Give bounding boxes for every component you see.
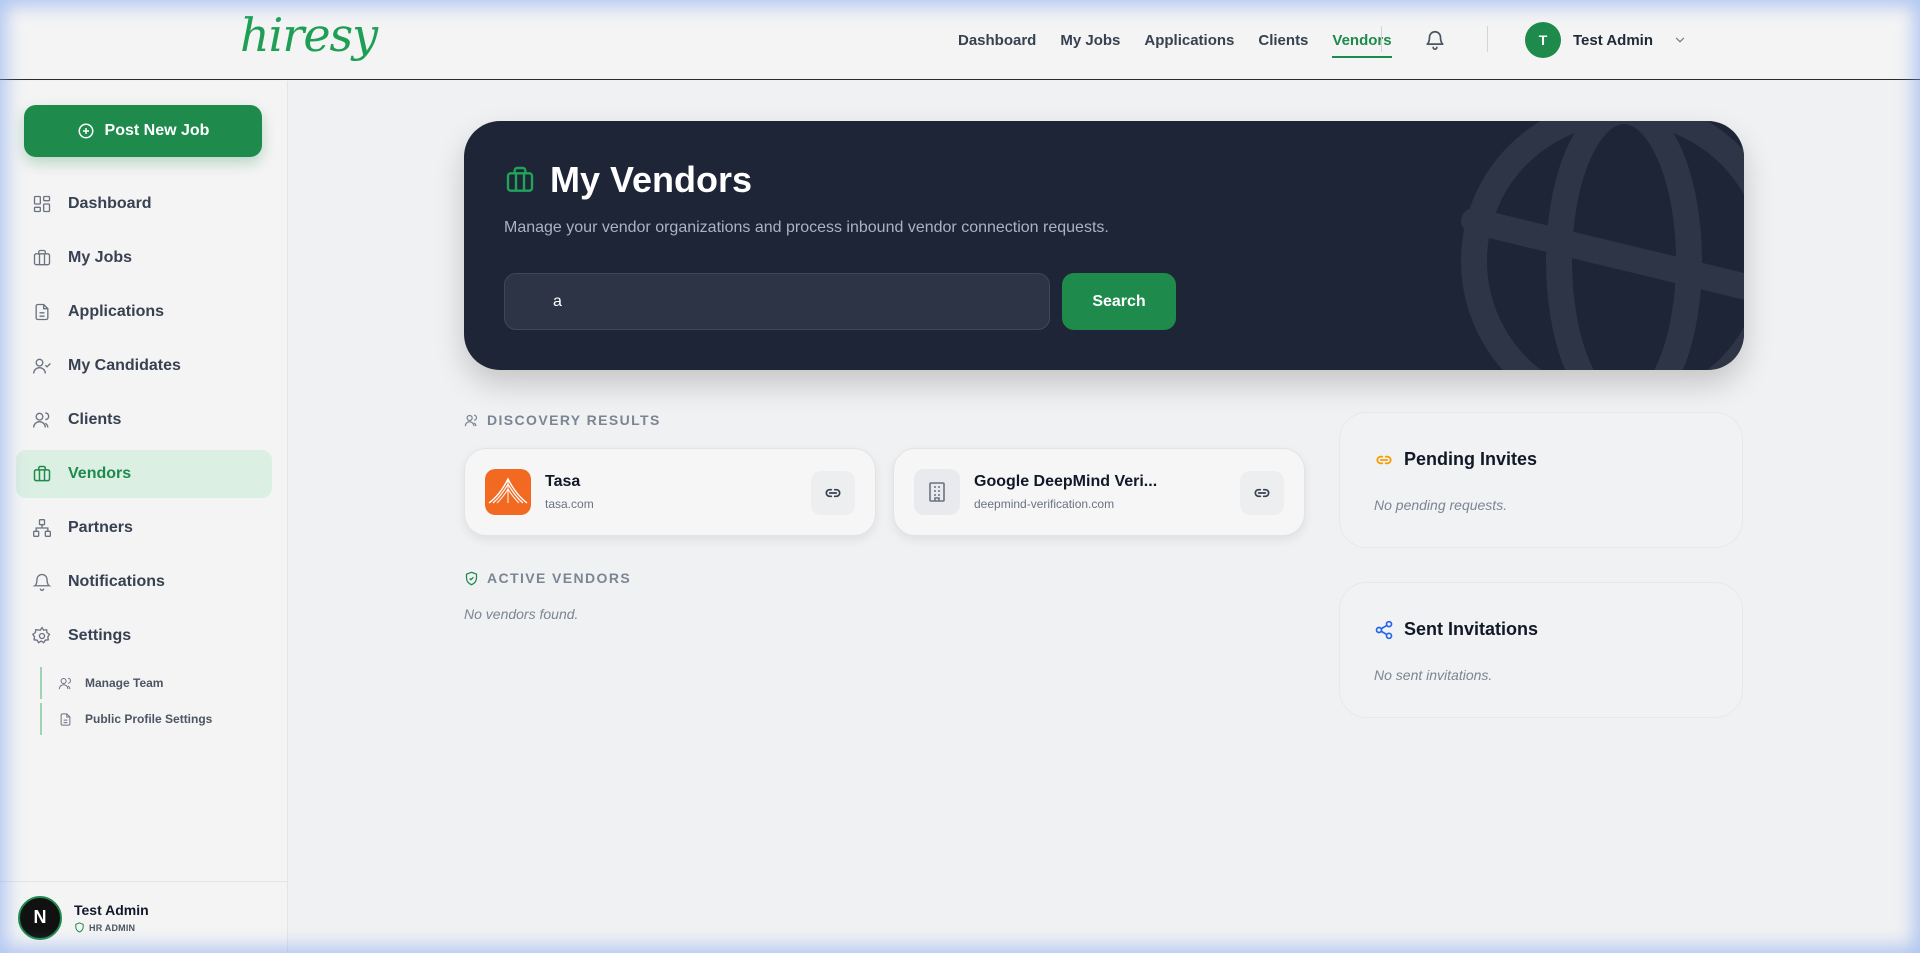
sidebar-item-partners[interactable]: Partners xyxy=(16,504,272,552)
user-menu[interactable]: T Test Admin xyxy=(1525,22,1687,58)
role-label: HR ADMIN xyxy=(89,922,136,933)
sidebar-nav: Dashboard My Jobs Applications My Candid… xyxy=(16,180,272,666)
bell-icon xyxy=(32,573,52,591)
page-title-text: My Vendors xyxy=(550,159,753,200)
sidebar-footer-user[interactable]: N Test Admin HR ADMIN xyxy=(0,881,287,953)
topnav-vendors[interactable]: Vendors xyxy=(1332,0,1392,80)
briefcase-icon xyxy=(506,166,534,192)
building-icon xyxy=(929,482,945,502)
active-vendors-heading: ACTIVE VENDORS xyxy=(464,570,631,586)
grid-icon xyxy=(33,195,51,213)
link-icon xyxy=(825,488,841,498)
share-icon xyxy=(1375,620,1393,639)
tasa-logo xyxy=(485,469,531,515)
sidebar-item-dashboard[interactable]: Dashboard xyxy=(16,180,272,228)
sidebar-item-notifications[interactable]: Notifications xyxy=(16,558,272,606)
sidebar-item-clients[interactable]: Clients xyxy=(16,396,272,444)
plus-circle-icon xyxy=(78,123,94,139)
card-title-text: Sent Invitations xyxy=(1404,619,1539,639)
avatar: T xyxy=(1525,22,1561,58)
document-icon xyxy=(60,712,71,726)
building-icon xyxy=(914,469,960,515)
page-title: My Vendors xyxy=(504,159,752,201)
gear-icon xyxy=(32,626,51,644)
vendors-hero: My Vendors Manage your vendor organizati… xyxy=(464,121,1744,370)
avatar: N xyxy=(18,895,62,940)
result-name: Tasa xyxy=(545,473,581,490)
sidebar-item-label: Dashboard xyxy=(68,195,152,212)
sidebar-subitem-public-profile-settings[interactable]: Public Profile Settings xyxy=(40,703,260,735)
sidebar-item-label: Clients xyxy=(68,411,122,428)
shield-icon xyxy=(75,922,84,933)
sent-invitations-card: Sent Invitations No sent invitations. xyxy=(1339,582,1743,718)
users-icon xyxy=(33,412,50,428)
result-name: Google DeepMind Veri... xyxy=(974,473,1158,490)
shield-check-icon xyxy=(465,571,478,585)
search-button[interactable]: Search xyxy=(1062,273,1176,330)
topnav-dashboard[interactable]: Dashboard xyxy=(958,0,1036,80)
sidebar-item-label: Notifications xyxy=(68,573,165,590)
bell-icon[interactable] xyxy=(1424,28,1446,52)
user-name: Test Admin xyxy=(1573,31,1654,49)
result-card[interactable]: Google DeepMind Veri... deepmind-verific… xyxy=(893,448,1305,536)
divider xyxy=(1381,26,1382,52)
card-title: Sent Invitations xyxy=(1374,619,1538,640)
result-domain: deepmind-verification.com xyxy=(974,497,1115,511)
connect-button[interactable] xyxy=(1240,471,1284,515)
briefcase-icon xyxy=(33,249,51,266)
section-label-text: DISCOVERY RESULTS xyxy=(487,412,661,428)
search-icon xyxy=(520,293,538,311)
result-card[interactable]: Tasa tasa.com xyxy=(464,448,876,536)
network-icon xyxy=(33,519,51,537)
sidebar-subitem-label: Public Profile Settings xyxy=(85,712,213,726)
sidebar: Post New Job Dashboard My Jobs Applicati… xyxy=(0,81,288,953)
sidebar-item-label: Settings xyxy=(68,627,132,644)
post-new-job-button[interactable]: Post New Job xyxy=(24,105,262,157)
section-label-text: ACTIVE VENDORS xyxy=(487,570,632,586)
card-title-text: Pending Invites xyxy=(1404,449,1538,469)
footer-user-role: HR ADMIN xyxy=(74,922,149,933)
page-subtitle: Manage your vendor organizations and pro… xyxy=(504,219,1109,236)
sidebar-item-label: Partners xyxy=(68,519,133,536)
sent-invitations-empty: No sent invitations. xyxy=(1374,667,1493,683)
users-icon xyxy=(464,414,478,426)
sidebar-item-label: My Jobs xyxy=(68,249,133,266)
sidebar-item-label: Applications xyxy=(68,303,165,320)
topnav-clients[interactable]: Clients xyxy=(1258,0,1308,80)
pending-invites-empty: No pending requests. xyxy=(1374,497,1508,513)
link-icon xyxy=(1254,488,1270,498)
top-nav: Dashboard My Jobs Applications Clients V… xyxy=(958,0,1392,80)
footer-user-name: Test Admin xyxy=(74,902,149,918)
users-icon xyxy=(58,677,71,689)
chevron-down-icon xyxy=(1675,37,1685,43)
globe-icon xyxy=(1461,121,1744,370)
topnav-applications[interactable]: Applications xyxy=(1144,0,1234,80)
sidebar-item-settings[interactable]: Settings xyxy=(16,612,272,660)
vendor-search-input[interactable] xyxy=(504,273,1050,330)
discovery-results-heading: DISCOVERY RESULTS xyxy=(464,412,661,428)
document-icon xyxy=(35,303,49,321)
settings-subnav: Manage Team Public Profile Settings xyxy=(40,667,260,739)
divider xyxy=(1487,26,1488,52)
sidebar-item-label: Vendors xyxy=(68,465,132,482)
card-title: Pending Invites xyxy=(1374,449,1537,470)
result-domain: tasa.com xyxy=(545,497,594,511)
sidebar-item-label: My Candidates xyxy=(68,357,181,374)
sidebar-item-vendors[interactable]: Vendors xyxy=(16,450,272,498)
connect-button[interactable] xyxy=(811,471,855,515)
sidebar-subitem-manage-team[interactable]: Manage Team xyxy=(40,667,260,699)
sidebar-item-my-jobs[interactable]: My Jobs xyxy=(16,234,272,282)
post-new-job-label: Post New Job xyxy=(104,122,210,139)
topnav-my-jobs[interactable]: My Jobs xyxy=(1060,0,1120,80)
briefcase-icon xyxy=(33,465,51,482)
top-bar: hiresy Dashboard My Jobs Applications Cl… xyxy=(0,0,1920,80)
user-check-icon xyxy=(33,358,51,374)
sidebar-item-my-candidates[interactable]: My Candidates xyxy=(16,342,272,390)
pending-invites-card: Pending Invites No pending requests. xyxy=(1339,412,1743,548)
active-vendors-empty: No vendors found. xyxy=(464,606,579,622)
brand-logo[interactable]: hiresy xyxy=(240,8,378,62)
sidebar-item-applications[interactable]: Applications xyxy=(16,288,272,336)
sidebar-subitem-label: Manage Team xyxy=(85,676,164,690)
link-icon xyxy=(1376,455,1392,464)
